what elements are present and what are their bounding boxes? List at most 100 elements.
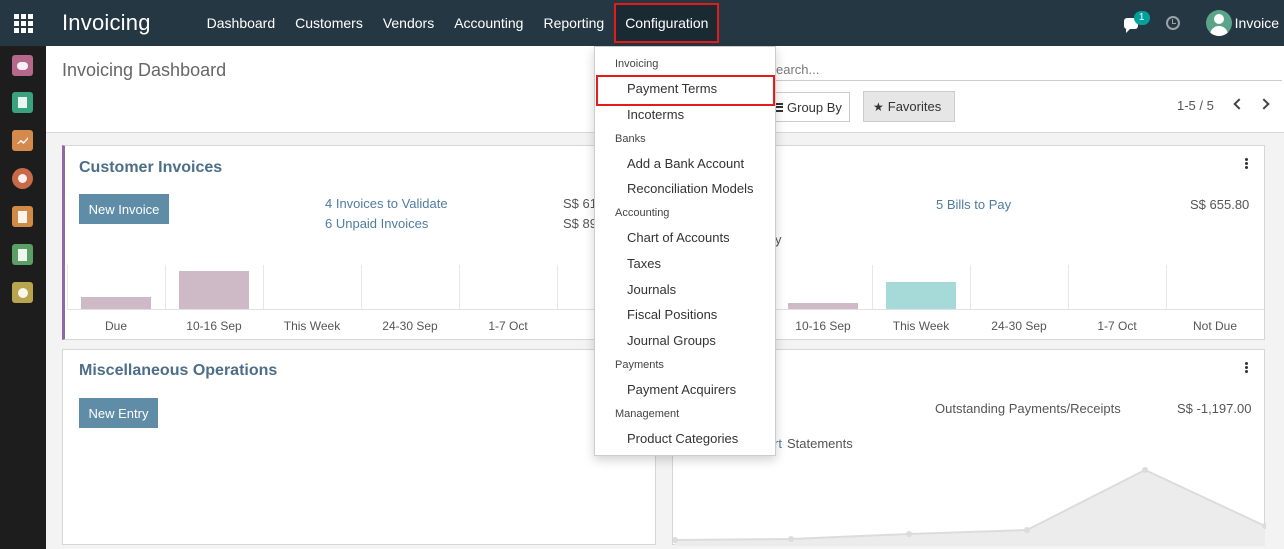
invoicing-icon[interactable] — [12, 206, 33, 227]
dropdown-item-incoterms[interactable]: Incoterms — [627, 107, 684, 122]
graph-label: This Week — [892, 319, 950, 333]
graph-column — [263, 265, 361, 309]
graph-column — [459, 265, 557, 309]
pager-value[interactable]: 1-5 / 5 — [1177, 98, 1214, 113]
graph-label: 24-30 Sep — [991, 319, 1047, 333]
bars-icon — [775, 102, 783, 112]
graph-point — [1024, 527, 1030, 533]
card-title[interactable]: Miscellaneous Operations — [79, 362, 277, 380]
app-sidebar — [0, 46, 46, 549]
user-avatar[interactable] — [1205, 10, 1232, 36]
menu-configuration[interactable]: Configuration — [614, 3, 720, 43]
menu-reporting[interactable]: Reporting — [533, 0, 614, 46]
graph-bar[interactable] — [886, 282, 956, 309]
group-by-label: Group By — [787, 99, 842, 115]
dropdown-header-banks: Banks — [615, 132, 646, 145]
app-brand[interactable]: Invoicing — [62, 10, 151, 36]
graph-baseline — [67, 309, 655, 310]
menu-accounting[interactable]: Accounting — [444, 0, 533, 46]
dropdown-header-management: Management — [615, 408, 680, 420]
graph-label: 1-7 Oct — [488, 319, 528, 333]
new-entry-button[interactable]: New Entry — [79, 398, 158, 428]
dropdown-item-reconciliation-models[interactable]: Reconciliation Models — [627, 181, 753, 196]
graph-label: Not Due — [1192, 319, 1238, 333]
card-title[interactable]: Customer Invoices — [79, 159, 222, 177]
activity-clock-icon[interactable] — [1165, 16, 1180, 30]
website-icon[interactable] — [12, 168, 33, 189]
invoices-to-validate-link[interactable]: 4 Invoices to Validate — [325, 196, 448, 211]
outstanding-label: Outstanding Payments/Receipts — [935, 401, 1121, 416]
misc-operations-card: Miscellaneous Operations New Entry — [62, 349, 656, 545]
bank-balance-graph[interactable] — [673, 450, 1266, 546]
star-icon: ★ — [873, 99, 884, 114]
settings-icon[interactable] — [12, 282, 33, 303]
graph-label: 10-16 Sep — [186, 319, 242, 333]
graph-label: 24-30 Sep — [382, 319, 438, 333]
vendor-bills-graph[interactable]: 10-16 Sep This Week 24-30 Sep 1-7 Oct Not Du… — [774, 265, 1264, 335]
graph-bar[interactable] — [81, 297, 151, 309]
graph-area-fill — [675, 470, 1265, 546]
configuration-dropdown: Invoicing Payment Terms Incoterms Banks Add … — [594, 46, 776, 456]
chevron-left-icon[interactable] — [1233, 98, 1245, 110]
graph-point — [788, 536, 794, 542]
dropdown-item-add-a-bank-account[interactable]: Add a Bank Account — [627, 156, 744, 171]
menu-vendors[interactable]: Vendors — [373, 0, 444, 46]
graph-column — [1068, 265, 1166, 309]
graph-column — [970, 265, 1068, 309]
amount-to-validate: S$ 61 — [563, 196, 597, 211]
dropdown-header-invoicing: Invoicing — [615, 58, 659, 70]
menu-customers[interactable]: Customers — [285, 0, 373, 46]
discuss-icon[interactable] — [12, 55, 33, 76]
search-placeholder: earch... — [776, 62, 820, 77]
grid-icon — [13, 13, 33, 33]
graph-baseline — [774, 309, 1264, 310]
customer-invoices-card: Customer Invoices New Invoice 4 Invoices… — [62, 145, 656, 340]
statements-text: Statements — [787, 436, 853, 451]
card-options-icon[interactable] — [1245, 362, 1248, 373]
graph-bar[interactable] — [179, 271, 249, 309]
dropdown-item-journals[interactable]: Journals — [627, 282, 676, 297]
dropdown-item-payment-terms[interactable]: Payment Terms — [627, 81, 717, 96]
menu-dashboard[interactable]: Dashboard — [197, 0, 286, 46]
favorites-button[interactable]: ★ Favorites — [863, 91, 955, 122]
main-menu: Dashboard Customers Vendors Accounting R… — [197, 0, 720, 46]
customer-invoices-graph[interactable]: Due10-16 SepThis Week24-30 Sep1-7 OctNo — [67, 265, 655, 335]
bills-to-pay-link[interactable]: 5 Bills to Pay — [936, 197, 1011, 212]
reporting-icon[interactable] — [12, 130, 33, 151]
messaging-button[interactable]: 1 — [1123, 11, 1150, 33]
message-count-badge: 1 — [1133, 11, 1150, 25]
app-menu-button[interactable] — [0, 0, 46, 46]
page-title: Invoicing Dashboard — [62, 60, 227, 80]
dropdown-header-payments: Payments — [615, 358, 664, 371]
dropdown-item-payment-acquirers[interactable]: Payment Acquirers — [627, 382, 736, 397]
graph-label: 10-16 Sep — [795, 319, 851, 333]
graph-label: 1-7 Oct — [1097, 319, 1137, 333]
top-navbar: Invoicing Dashboard Customers Vendors Ac… — [0, 0, 1284, 46]
dropdown-item-taxes[interactable]: Taxes — [627, 256, 661, 271]
dropdown-item-product-categories[interactable]: Product Categories — [627, 431, 738, 446]
dropdown-item-fiscal-positions[interactable]: Fiscal Positions — [627, 307, 717, 322]
graph-point — [1142, 467, 1148, 473]
chevron-right-icon[interactable] — [1258, 98, 1270, 110]
graph-label: This Week — [283, 319, 341, 333]
dropdown-item-journal-groups[interactable]: Journal Groups — [627, 333, 716, 348]
graph-point — [906, 531, 912, 537]
amount-unpaid: S$ 89 — [563, 216, 597, 231]
contacts-icon[interactable] — [12, 92, 33, 113]
favorites-label: Favorites — [887, 99, 942, 114]
outstanding-amount: S$ -1,197.00 — [1177, 401, 1252, 416]
systray: 1 Invoice — [1123, 0, 1284, 46]
graph-column — [1166, 265, 1264, 309]
graph-column — [361, 265, 459, 309]
group-by-button[interactable]: Group By — [768, 92, 850, 122]
dropdown-item-chart-of-accounts[interactable]: Chart of Accounts — [627, 230, 730, 245]
graph-label: Due — [104, 319, 127, 333]
documents-icon[interactable] — [12, 244, 33, 265]
unpaid-invoices-link[interactable]: 6 Unpaid Invoices — [325, 216, 428, 231]
dropdown-header-accounting: Accounting — [615, 207, 670, 220]
bills-amount: S$ 655.80 — [1190, 197, 1250, 212]
search-input[interactable]: earch... — [776, 57, 1282, 81]
card-options-icon[interactable] — [1245, 158, 1248, 169]
user-menu[interactable]: Invoice — [1235, 15, 1279, 31]
new-invoice-button[interactable]: New Invoice — [79, 194, 169, 224]
